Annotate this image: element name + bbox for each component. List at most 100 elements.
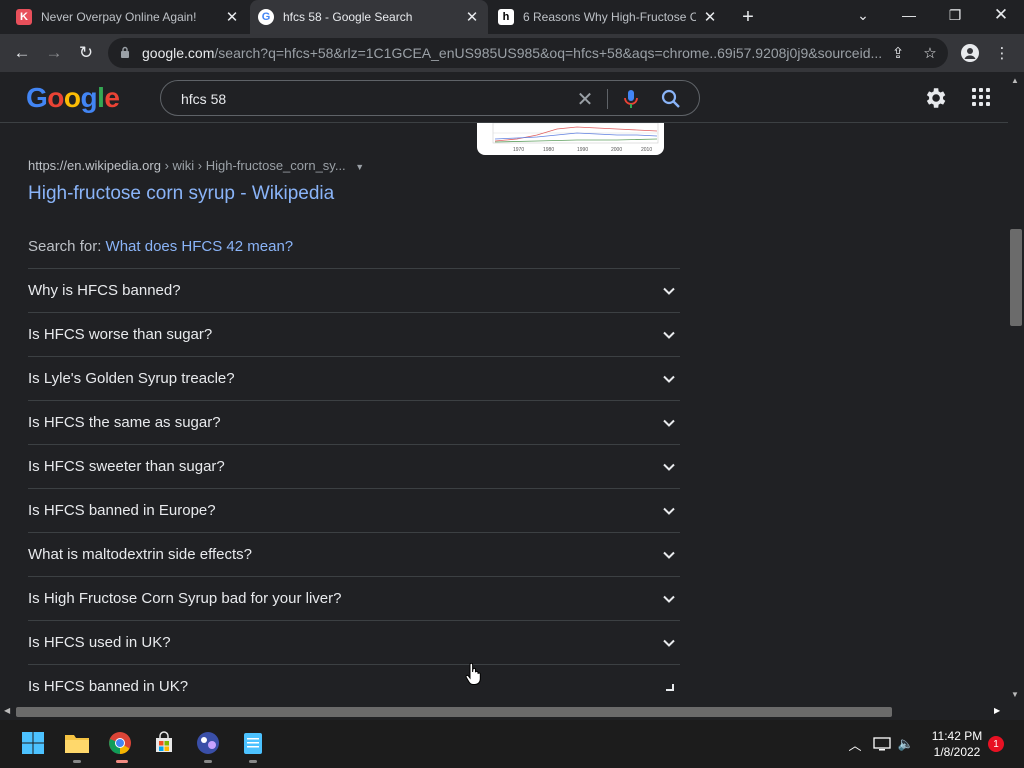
thumb-tick: 1970 [513,147,524,153]
thumb-tick: 1990 [577,147,588,153]
close-window-icon[interactable]: ✕ [978,0,1024,30]
new-tab-icon[interactable]: + [738,7,758,27]
paa-question[interactable]: Is HFCS banned in Europe? [28,488,680,532]
close-tab-icon[interactable]: ✕ [464,9,480,26]
scroll-right-arrow-icon[interactable]: ▶ [994,706,1000,715]
tab-title: hfcs 58 - Google Search [283,10,413,24]
paa-question[interactable]: Is Lyle's Golden Syrup treacle? [28,356,680,400]
chevron-down-icon [663,595,675,603]
vertical-scrollbar[interactable]: ▲ ▼ [1008,72,1024,704]
windows-taskbar: ︿ 🔈 11:42 PM 1/8/2022 1 [0,720,1024,768]
taskbar-active-indicator [116,760,128,763]
windows-start-icon[interactable] [19,729,47,757]
result-title-link[interactable]: High-fructose corn syrup - Wikipedia [28,183,334,205]
reload-icon[interactable]: ↻ [74,41,98,65]
chevron-down-icon [663,639,675,647]
chevron-down-icon [663,375,675,383]
search-box: ✕ [160,80,700,116]
close-tab-icon[interactable]: ✕ [702,9,718,26]
forward-icon[interactable]: → [42,41,66,65]
google-doodle-logo[interactable]: Google [26,82,120,114]
horizontal-scrollbar[interactable]: ◀ ▶ [0,703,1008,720]
tab-never-overpay[interactable]: K Never Overpay Online Again! ✕ [8,0,248,34]
thumb-tick: 2000 [611,147,622,153]
profile-icon[interactable] [958,41,982,65]
url-text[interactable]: google.com/search?q=hfcs+58&rlz=1C1GCEA_… [142,45,882,61]
taskbar-indicator [73,760,81,763]
browser-toolbar: ← → ↻ google.com/search?q=hfcs+58&rlz=1C… [0,34,1024,72]
menu-kebab-icon[interactable]: ⋮ [990,41,1014,65]
search-for-query-link[interactable]: What does HFCS 42 mean? [106,238,294,255]
notepad-icon[interactable] [239,729,267,757]
chevron-down-icon [663,331,675,339]
people-also-ask: Why is HFCS banned? Is HFCS worse than s… [28,268,680,703]
google-apps-icon[interactable] [970,86,992,108]
chevron-down-icon [663,507,675,515]
thumb-tick: 2010 [641,147,652,153]
kayak-favicon-icon: K [16,9,32,25]
clock-date: 1/8/2022 [933,745,981,759]
search-divider [607,89,608,109]
bookmark-star-icon[interactable]: ☆ [918,41,942,65]
search-input[interactable] [181,89,561,109]
google-favicon-icon: G [258,9,274,25]
hand-pointer-cursor-icon [465,663,481,685]
scroll-corner [1008,703,1024,720]
paa-question[interactable]: Is HFCS worse than sugar? [28,312,680,356]
show-hidden-icons-chevron-icon[interactable]: ︿ [845,734,865,754]
result-chart-thumbnail[interactable]: 1970 1980 1990 2000 2010 [477,123,664,155]
tab-strip: K Never Overpay Online Again! ✕ G hfcs 5… [0,0,1024,34]
close-tab-icon[interactable]: ✕ [224,9,240,26]
settings-gear-icon[interactable] [922,85,948,111]
tab-title: 6 Reasons Why High-Fructose Co [523,10,696,24]
scroll-up-arrow-icon[interactable]: ▲ [1011,76,1019,85]
chevron-down-icon [663,551,675,559]
site-favicon-icon: h [498,9,514,25]
tab-6-reasons[interactable]: h 6 Reasons Why High-Fructose Co ✕ [490,0,726,34]
system-clock[interactable]: 11:42 PM 1/8/2022 [930,728,984,760]
back-icon[interactable]: ← [10,41,34,65]
clock-time: 11:42 PM [931,729,983,743]
paa-question[interactable]: What is maltodextrin side effects? [28,532,680,576]
paa-question[interactable]: Is HFCS the same as sugar? [28,400,680,444]
lock-icon [121,46,129,58]
paa-question[interactable]: Is HFCS used in UK? [28,620,680,664]
thumb-tick: 1980 [543,147,554,153]
media-app-icon[interactable] [194,729,222,757]
microsoft-store-icon[interactable] [150,729,178,757]
search-icon[interactable] [659,87,683,111]
chrome-icon[interactable] [106,729,134,757]
search-results: 1970 1980 1990 2000 2010 https://en.wiki… [0,123,1008,703]
thumbnail-chart-icon: 1970 1980 1990 2000 2010 [492,123,659,153]
search-for: Search for: What does HFCS 42 mean? [28,238,293,255]
volume-icon[interactable]: 🔈 [896,734,916,754]
microphone-icon[interactable] [619,87,643,111]
clear-search-icon[interactable]: ✕ [573,87,597,111]
paa-question[interactable]: Is HFCS banned in UK? [28,664,680,703]
chevron-down-icon [663,287,675,295]
paa-question[interactable]: Is HFCS sweeter than sugar? [28,444,680,488]
share-icon[interactable]: ⇪ [886,41,910,65]
taskbar-indicator [249,760,257,763]
horizontal-scroll-thumb[interactable] [16,707,892,717]
tab-search-chevron-icon[interactable]: ⌄ [840,0,886,30]
notification-badge[interactable]: 1 [988,736,1004,752]
address-bar[interactable]: google.com/search?q=hfcs+58&rlz=1C1GCEA_… [108,38,948,68]
restore-icon[interactable]: ❐ [932,0,978,30]
google-header: Google ✕ [0,72,1008,123]
cite-menu-chevron-icon[interactable]: ▼ [355,162,364,172]
minimize-icon[interactable]: — [886,0,932,30]
search-for-label: Search for: [28,238,106,255]
scroll-down-arrow-icon[interactable]: ▼ [1011,690,1019,699]
tab-google-search[interactable]: G hfcs 58 - Google Search ✕ [250,0,488,34]
chevron-down-icon [663,419,675,427]
vertical-scroll-thumb[interactable] [1010,229,1022,326]
result-cite[interactable]: https://en.wikipedia.org › wiki › High-f… [28,158,364,173]
file-explorer-icon[interactable] [63,729,91,757]
paa-question[interactable]: Why is HFCS banned? [28,268,680,312]
scroll-left-arrow-icon[interactable]: ◀ [4,706,10,715]
tab-title: Never Overpay Online Again! [41,10,197,24]
loading-corner-icon [666,683,674,691]
network-icon[interactable] [872,734,892,754]
paa-question[interactable]: Is High Fructose Corn Syrup bad for your… [28,576,680,620]
